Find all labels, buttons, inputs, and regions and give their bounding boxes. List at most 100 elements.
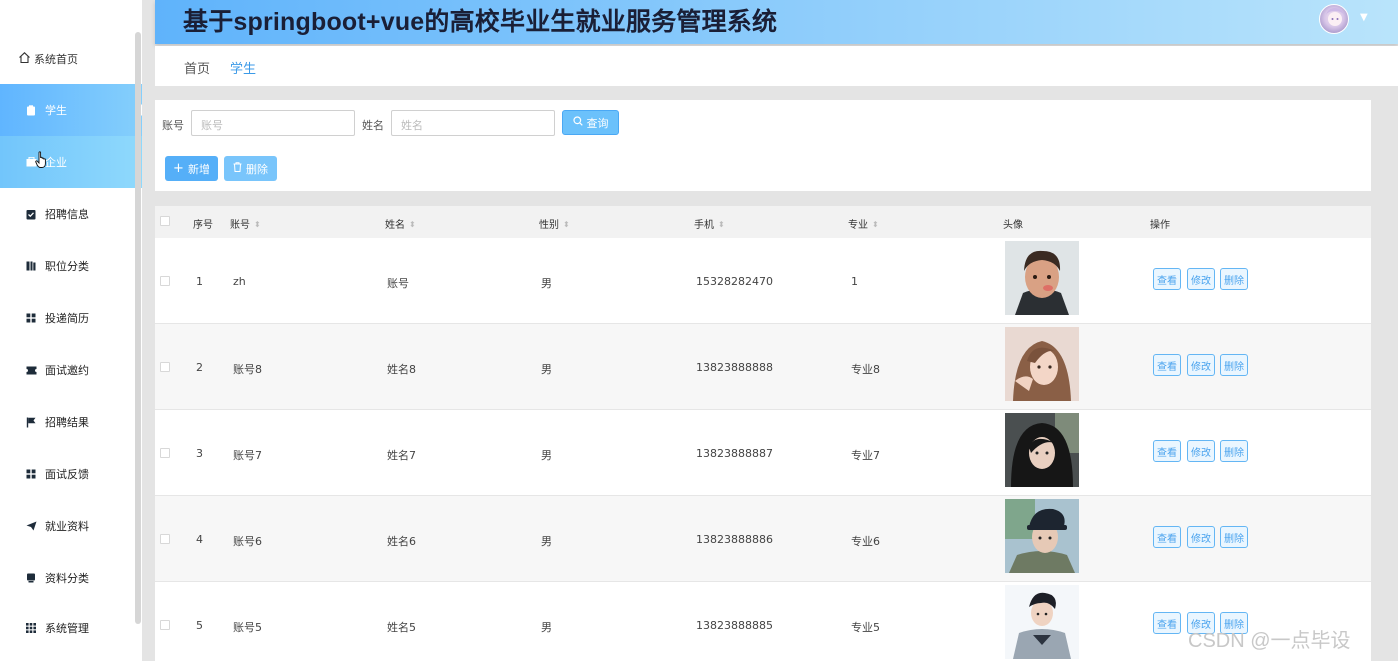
grid-icon: [25, 312, 37, 324]
chevron-down-icon[interactable]: ▼: [1360, 12, 1368, 23]
cell-name: 姓名5: [387, 621, 416, 634]
tab-students[interactable]: 学生: [230, 58, 256, 77]
cell-name: 账号: [387, 277, 409, 290]
view-button[interactable]: 查看: [1153, 354, 1181, 376]
sidebar-item-label: 资料分类: [45, 572, 89, 585]
header-name[interactable]: 姓名 ⬍: [385, 216, 416, 231]
header-actions: 操作: [1150, 220, 1170, 231]
sort-icon: ⬍: [872, 220, 879, 229]
sidebar-item-label: 学生: [45, 104, 67, 117]
delete-button[interactable]: 删除: [224, 156, 277, 181]
cell-phone: 13823888888: [696, 361, 773, 374]
search-button[interactable]: 查询: [562, 110, 619, 135]
row-delete-button[interactable]: 删除: [1220, 440, 1248, 462]
edit-button[interactable]: 修改: [1187, 526, 1215, 548]
top-header: 基于springboot+vue的高校毕业生就业服务管理系统 ▼: [155, 0, 1398, 44]
row-delete-button[interactable]: 删除: [1220, 354, 1248, 376]
cell-account: zh: [233, 275, 246, 288]
row-checkbox[interactable]: [160, 448, 170, 458]
header-major[interactable]: 专业 ⬍: [848, 216, 879, 231]
sidebar-item-label: 系统管理: [45, 622, 89, 635]
ticket-icon: [25, 364, 37, 376]
account-label: 账号: [162, 119, 184, 132]
cell-gender: 男: [541, 535, 552, 548]
view-button[interactable]: 查看: [1153, 526, 1181, 548]
select-all-checkbox[interactable]: [160, 216, 170, 226]
row-checkbox[interactable]: [160, 534, 170, 544]
apps-icon: [25, 622, 37, 634]
row-checkbox[interactable]: [160, 276, 170, 286]
sidebar-item-students[interactable]: 学生: [0, 84, 142, 136]
cell-account: 账号6: [233, 535, 262, 548]
home-icon: [18, 51, 31, 67]
hand-pointer-cursor-icon: [35, 151, 49, 173]
sort-icon: ⬍: [409, 220, 416, 229]
table-row: 1 zh 账号 男 15328282470 1 查看 修改 删除: [155, 238, 1371, 324]
cell-account: 账号5: [233, 621, 262, 634]
view-button[interactable]: 查看: [1153, 440, 1181, 462]
cell-major: 1: [851, 275, 858, 288]
cell-major: 专业7: [851, 449, 880, 462]
view-button[interactable]: 查看: [1153, 268, 1181, 290]
add-button[interactable]: + 新增: [165, 156, 218, 181]
cell-major: 专业6: [851, 535, 880, 548]
book-icon: [25, 260, 37, 272]
sidebar-item-hiring-results[interactable]: 招聘结果: [0, 396, 142, 448]
send-icon: [25, 520, 37, 532]
cell-gender: 男: [541, 277, 552, 290]
sidebar-item-label: 就业资料: [45, 520, 89, 533]
sidebar-item-job-postings[interactable]: 招聘信息: [0, 188, 142, 240]
sidebar-scrollbar[interactable]: [135, 32, 141, 624]
sidebar-item-material-categories[interactable]: 资料分类: [0, 552, 142, 604]
search-panel: 账号 账号 姓名 姓名 查询 + 新增 删除: [155, 100, 1371, 191]
account-search-input[interactable]: 账号: [191, 110, 355, 136]
plus-icon: +: [173, 161, 184, 176]
cell-name: 姓名8: [387, 363, 416, 376]
tab-home[interactable]: 首页: [184, 58, 210, 77]
sidebar-item-label: 系统首页: [34, 53, 78, 66]
header-phone[interactable]: 手机 ⬍: [694, 216, 725, 231]
sidebar-item-companies[interactable]: 企业: [0, 136, 142, 188]
row-checkbox[interactable]: [160, 362, 170, 372]
edit-button[interactable]: 修改: [1187, 268, 1215, 290]
cell-account: 账号8: [233, 363, 262, 376]
sidebar-item-interview-feedback[interactable]: 面试反馈: [0, 448, 142, 500]
cell-phone: 15328282470: [696, 275, 773, 288]
edit-button[interactable]: 修改: [1187, 440, 1215, 462]
table-header: 序号 账号 ⬍ 姓名 ⬍ 性别 ⬍ 手机 ⬍ 专业 ⬍ 头像 操作: [155, 206, 1371, 238]
header-gender[interactable]: 性别 ⬍: [539, 216, 570, 231]
cell-name: 姓名6: [387, 535, 416, 548]
header-account[interactable]: 账号 ⬍: [230, 216, 261, 231]
user-avatar[interactable]: [1319, 4, 1349, 34]
view-button[interactable]: 查看: [1153, 612, 1181, 634]
sidebar-item-label: 职位分类: [45, 260, 89, 273]
edit-button[interactable]: 修改: [1187, 354, 1215, 376]
sidebar-item-label: 招聘信息: [45, 208, 89, 221]
row-checkbox[interactable]: [160, 620, 170, 630]
sidebar-item-interview-invitations[interactable]: 面试邀约: [0, 344, 142, 396]
cell-gender: 男: [541, 363, 552, 376]
sidebar-item-job-categories[interactable]: 职位分类: [0, 240, 142, 292]
sidebar-item-employment-materials[interactable]: 就业资料: [0, 500, 142, 552]
sidebar-item-system-management[interactable]: 系统管理: [0, 602, 142, 654]
header-index: 序号: [193, 220, 213, 231]
sidebar-item-label: 投递简历: [45, 312, 89, 325]
clipboard-icon: [25, 104, 37, 116]
cell-major: 专业8: [851, 363, 880, 376]
cell-index: 1: [196, 275, 203, 288]
row-delete-button[interactable]: 删除: [1220, 526, 1248, 548]
sort-icon: ⬍: [254, 220, 261, 229]
sort-icon: ⬍: [718, 220, 725, 229]
clipboard-check-icon: [25, 208, 37, 220]
sidebar-item-resumes[interactable]: 投递简历: [0, 292, 142, 344]
cell-phone: 13823888886: [696, 533, 773, 546]
student-avatar-photo: [1005, 327, 1079, 401]
sidebar-item-home[interactable]: 系统首页: [18, 51, 78, 67]
table-row: 2 账号8 姓名8 男 13823888888 专业8 查看 修改 删除: [155, 324, 1371, 410]
row-delete-button[interactable]: 删除: [1220, 268, 1248, 290]
name-search-input[interactable]: 姓名: [391, 110, 555, 136]
student-avatar-photo: [1005, 413, 1079, 487]
students-table: 序号 账号 ⬍ 姓名 ⬍ 性别 ⬍ 手机 ⬍ 专业 ⬍ 头像 操作 1 zh 账号 男 1…: [155, 206, 1371, 661]
cell-phone: 13823888885: [696, 619, 773, 632]
name-label: 姓名: [362, 119, 384, 132]
